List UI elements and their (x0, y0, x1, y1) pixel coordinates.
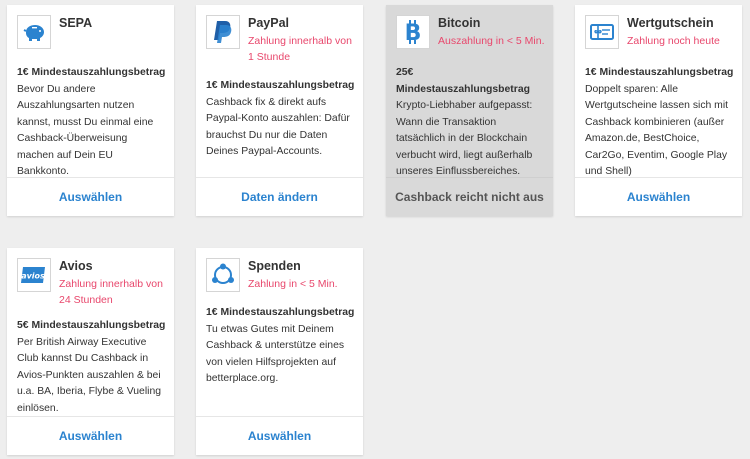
payout-time: Zahlung noch heute (627, 35, 720, 47)
piggy-bank-icon (17, 15, 51, 49)
card-description: Doppelt sparen: Alle Wertgutscheine lass… (585, 83, 729, 178)
payout-time: Zahlung in < 5 Min. (248, 278, 338, 290)
card-body: 1€ Mindestauszahlungsbetrag Cashback fix… (206, 78, 355, 161)
card-description: Cashback fix & direkt aufs Paypal-Konto … (206, 96, 350, 158)
avios-logo-text: avios (21, 272, 45, 281)
payout-time: Zahlung innerhalb von 1 Stunde (248, 35, 352, 63)
bitcoin-icon: B (396, 15, 430, 49)
card-title: PayPal (248, 16, 290, 30)
minimum-amount: 25€ Mindestauszahlungsbetrag (396, 67, 530, 95)
card-body: 1€ Mindestauszahlungsbetrag Doppelt spar… (585, 65, 734, 181)
card-description: Per British Airway Executive Club kannst… (17, 336, 162, 414)
insufficient-cashback-label: Cashback reicht nicht aus (386, 177, 553, 216)
payout-time: Auszahlung in < 5 Min. (438, 35, 545, 47)
gift-voucher-icon (585, 15, 619, 49)
paypal-icon (206, 15, 240, 49)
payout-card-sepa: SEPA 1€ Mindestauszahlungsbetrag Bevor D… (7, 5, 174, 216)
payout-card-paypal: PayPal Zahlung innerhalb von 1 Stunde 1€… (196, 5, 363, 216)
select-button[interactable]: Auswählen (575, 177, 742, 216)
payout-card-bitcoin: B Bitcoin Auszahlung in < 5 Min. 25€ Min… (386, 5, 553, 216)
card-description: Tu etwas Gutes mit Deinem Cashback & unt… (206, 323, 345, 385)
select-button[interactable]: Auswählen (7, 416, 174, 455)
minimum-amount: 5€ Mindestauszahlungsbetrag (17, 320, 166, 331)
card-title: Avios (59, 259, 93, 273)
card-title: Bitcoin (438, 16, 481, 30)
card-body: 1€ Mindestauszahlungsbetrag Tu etwas Gut… (206, 305, 355, 388)
minimum-amount: 1€ Mindestauszahlungsbetrag (17, 67, 166, 78)
card-title: Spenden (248, 259, 301, 273)
card-body: 1€ Mindestauszahlungsbetrag Bevor Du and… (17, 65, 166, 181)
select-button[interactable]: Auswählen (7, 177, 174, 216)
minimum-amount: 1€ Mindestauszahlungsbetrag (585, 67, 734, 78)
select-button[interactable]: Auswählen (196, 416, 363, 455)
payout-card-voucher: Wertgutschein Zahlung noch heute 1€ Mind… (575, 5, 742, 216)
card-title: SEPA (59, 16, 93, 30)
minimum-amount: 1€ Mindestauszahlungsbetrag (206, 80, 355, 91)
svg-text:B: B (405, 21, 422, 45)
avios-logo-icon: avios (17, 258, 51, 292)
donation-icon (206, 258, 240, 292)
card-body: 5€ Mindestauszahlungsbetrag Per British … (17, 318, 166, 417)
payout-card-donation: Spenden Zahlung in < 5 Min. 1€ Mindestau… (196, 248, 363, 455)
change-details-button[interactable]: Daten ändern (196, 177, 363, 216)
card-title: Wertgutschein (627, 16, 714, 30)
card-description: Krypto-Liebhaber aufgepasst: Wann die Tr… (396, 100, 533, 177)
payout-time: Zahlung innerhalb von 24 Stunden (59, 278, 163, 306)
card-body: 25€ Mindestauszahlungsbetrag Krypto-Lieb… (396, 65, 545, 181)
payout-card-avios: avios Avios Zahlung innerhalb von 24 Stu… (7, 248, 174, 455)
card-description: Bevor Du andere Auszahlungsarten nutzen … (17, 83, 154, 178)
minimum-amount: 1€ Mindestauszahlungsbetrag (206, 307, 355, 318)
